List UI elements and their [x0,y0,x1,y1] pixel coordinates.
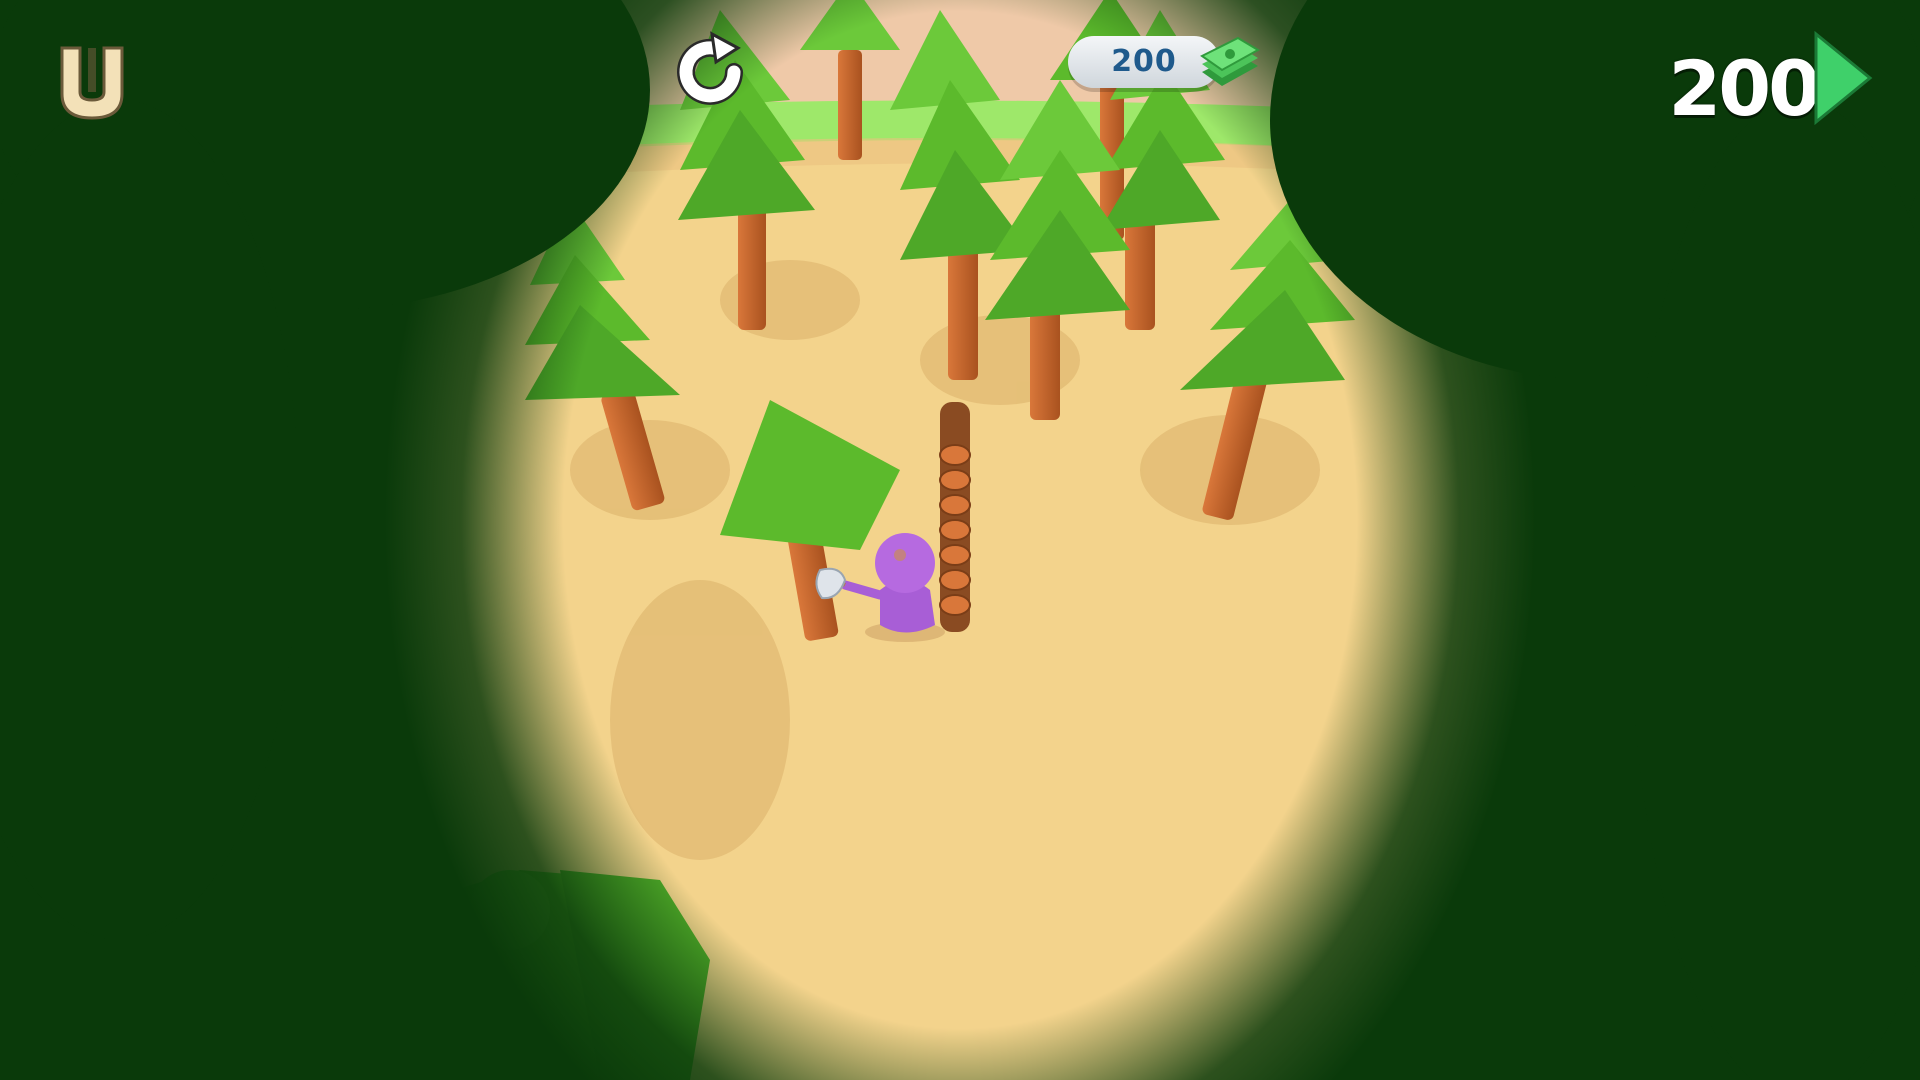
restart-button[interactable] [664,26,756,118]
game-viewport[interactable]: 200 200 [0,0,1920,1080]
wood-count: 200 [1668,44,1821,133]
play-arrow-icon[interactable] [1810,30,1874,126]
game-scene[interactable] [0,0,1920,1080]
restart-icon [677,31,743,105]
magnet-u-icon [60,46,124,120]
cash-display: 200 [1068,36,1260,96]
cash-stack-icon [1200,36,1260,86]
logo-button[interactable] [50,38,134,122]
wood-counter: 200 [1634,26,1874,133]
